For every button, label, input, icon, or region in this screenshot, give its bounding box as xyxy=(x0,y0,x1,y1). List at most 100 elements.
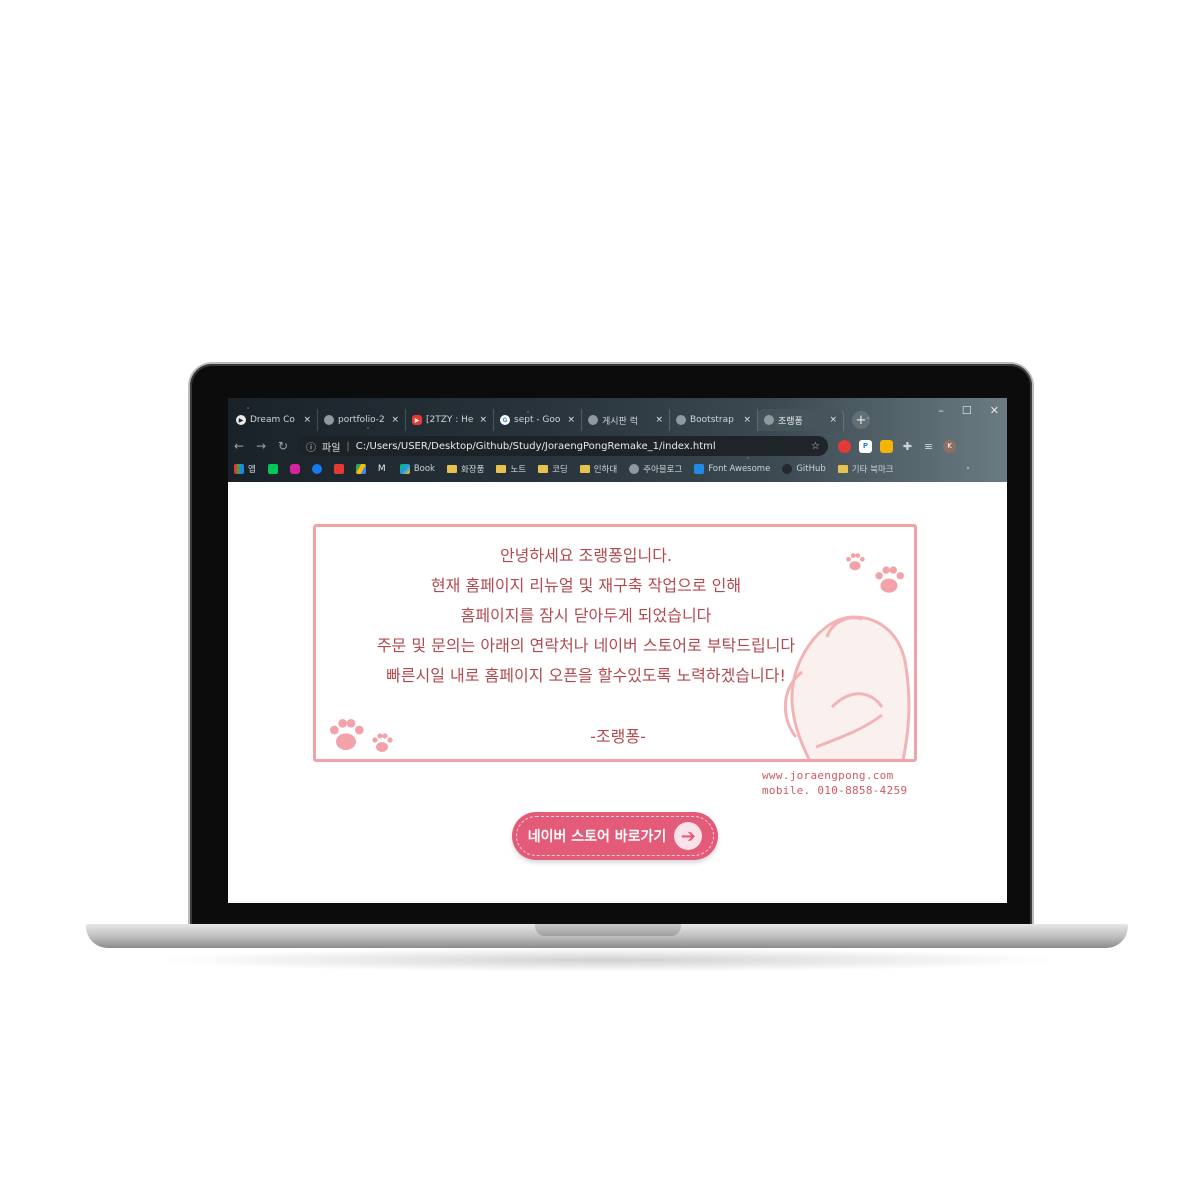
mobile-number: mobile. 010-8858-4259 xyxy=(762,784,908,797)
notice-card: 안녕하세요 조랭퐁입니다. 현재 홈페이지 리뉴얼 및 재구축 작업으로 인해 … xyxy=(313,524,917,762)
browser-toolbar: ← → ↻ ⓘ 파일 | C:/Users/USER/Desktop/Githu… xyxy=(228,434,1007,458)
close-icon[interactable]: × xyxy=(655,415,663,425)
window-controls: – ☐ ✕ xyxy=(938,404,999,417)
tab-title: [2TZY : He xyxy=(426,415,474,425)
bookmark-label: Book xyxy=(413,464,435,474)
menu-list-icon[interactable]: ≡ xyxy=(922,440,935,453)
bookmark-folder-inha[interactable]: 인하대 xyxy=(579,463,618,475)
youtube-icon xyxy=(333,464,344,474)
notice-line-greeting: 안녕하세요 조랭퐁입니다. xyxy=(499,546,673,565)
naver-icon xyxy=(267,464,278,474)
github-icon xyxy=(782,464,793,474)
paw-print-icon xyxy=(846,553,865,571)
url-text[interactable]: C:/Users/USER/Desktop/Github/Study/Jorae… xyxy=(356,441,805,452)
tab-strip: ▶ Dream Co × portfolio-2 × ▶ [2TZY : He … xyxy=(230,408,870,432)
bookmark-label: 인하대 xyxy=(593,465,618,475)
bookmark-folder-cosmetics[interactable]: 화장품 xyxy=(446,463,484,475)
bookmark-label: 주아블로그 xyxy=(643,465,683,475)
browser-chrome: ▶ Dream Co × portfolio-2 × ▶ [2TZY : He … xyxy=(228,398,1007,482)
maximize-button[interactable]: ☐ xyxy=(962,404,972,417)
bookmark-facebook[interactable] xyxy=(311,464,322,474)
bookmark-drive[interactable] xyxy=(355,464,366,474)
bookmark-star-icon[interactable]: ☆ xyxy=(811,441,820,452)
globe-icon xyxy=(676,415,686,425)
website-link[interactable]: www.joraengpong.com xyxy=(762,768,907,783)
forward-button[interactable]: → xyxy=(250,439,272,453)
bookmark-font-awesome[interactable]: Font Awesome xyxy=(694,464,770,474)
close-icon[interactable]: × xyxy=(743,415,751,425)
bookmark-youtube[interactable] xyxy=(333,464,344,474)
paw-print-icon xyxy=(875,566,905,593)
folder-icon xyxy=(837,465,848,473)
divider: | xyxy=(346,440,350,452)
font-awesome-icon xyxy=(694,464,705,474)
bookmark-apps[interactable]: 앱 xyxy=(234,463,256,475)
dog-mascot-illustration xyxy=(783,615,911,759)
bookmark-label: 코딩 xyxy=(552,465,568,475)
bookmark-book[interactable]: Book xyxy=(399,464,435,474)
tab-youtube[interactable]: ▶ [2TZY : He × xyxy=(406,409,494,431)
extension-p-icon[interactable]: P xyxy=(859,439,872,453)
bookmark-label: 기타 북마크 xyxy=(851,465,894,475)
bookmark-label: 노트 xyxy=(510,465,527,475)
instagram-icon xyxy=(289,464,300,474)
globe-icon xyxy=(588,415,598,425)
bookmark-github[interactable]: GitHub xyxy=(782,464,826,474)
bookmark-gmail[interactable]: M xyxy=(378,464,388,474)
bookmark-other[interactable]: 기타 북마크 xyxy=(837,463,894,475)
tab-joraengpong[interactable]: 조랭퐁 × xyxy=(758,409,844,431)
minimize-button[interactable]: – xyxy=(938,404,944,417)
laptop-screen: ▶ Dream Co × portfolio-2 × ▶ [2TZY : He … xyxy=(228,398,1007,903)
bookmark-blog[interactable]: 주아블로그 xyxy=(629,463,682,475)
globe-icon xyxy=(324,415,334,425)
tab-title: 게시판 럭 xyxy=(602,416,638,427)
globe-icon xyxy=(764,415,774,425)
globe-icon xyxy=(629,464,640,474)
info-icon[interactable]: ⓘ xyxy=(306,439,316,454)
bookmark-label: Font Awesome xyxy=(708,464,771,474)
tab-title: 조랭퐁 xyxy=(778,416,803,427)
bookmark-instagram[interactable] xyxy=(289,464,300,474)
contact-info: www.joraengpong.com mobile. 010-8858-425… xyxy=(762,768,907,798)
facebook-icon xyxy=(311,464,322,474)
tab-board[interactable]: 게시판 럭 × xyxy=(582,409,670,431)
tab-bootstrap[interactable]: Bootstrap × xyxy=(670,409,758,431)
paw-print-icon xyxy=(372,733,393,752)
new-tab-button[interactable]: + xyxy=(852,411,870,429)
folder-icon xyxy=(538,465,549,473)
close-window-button[interactable]: ✕ xyxy=(990,404,999,417)
close-icon[interactable]: × xyxy=(303,415,311,425)
tab-title: portfolio-2 xyxy=(338,415,385,425)
tab-title: sept - Goo xyxy=(514,415,561,425)
bookmark-folder-notes[interactable]: 노트 xyxy=(496,463,526,475)
tab-google[interactable]: G sept - Goo × xyxy=(494,409,582,431)
folder-icon xyxy=(496,465,507,473)
address-bar[interactable]: ⓘ 파일 | C:/Users/USER/Desktop/Github/Stud… xyxy=(298,436,828,456)
profile-avatar[interactable]: K xyxy=(943,439,956,453)
naver-store-button[interactable]: 네이버 스토어 바로가기 ➔ xyxy=(512,812,718,860)
tab-portfolio[interactable]: portfolio-2 × xyxy=(318,409,406,431)
close-icon[interactable]: × xyxy=(829,415,837,425)
dream-coding-icon: ▶ xyxy=(236,415,246,425)
close-icon[interactable]: × xyxy=(391,415,399,425)
play-store-icon xyxy=(399,464,410,474)
bookmark-naver[interactable] xyxy=(267,464,278,474)
extension-red-icon[interactable] xyxy=(838,439,851,453)
tab-title: Bootstrap xyxy=(690,415,734,425)
drive-icon xyxy=(355,464,366,474)
naver-store-button-label: 네이버 스토어 바로가기 xyxy=(527,829,667,845)
back-button[interactable]: ← xyxy=(228,439,250,453)
tab-dream-coding[interactable]: ▶ Dream Co × xyxy=(230,409,318,431)
reload-button[interactable]: ↻ xyxy=(272,439,294,453)
tab-title: Dream Co xyxy=(250,415,295,425)
bookmark-folder-coding[interactable]: 코딩 xyxy=(538,463,568,475)
close-icon[interactable]: × xyxy=(567,415,575,425)
puzzle-icon[interactable]: ✚ xyxy=(901,440,914,453)
gmail-icon: M xyxy=(377,464,386,474)
folder-icon xyxy=(446,465,457,473)
paw-print-icon xyxy=(330,719,364,750)
close-icon[interactable]: × xyxy=(479,415,487,425)
extension-color-icon[interactable] xyxy=(880,439,893,453)
bookmarks-bar: 앱 M Book 화장품 노트 코딩 인하대 주아블로그 Font Awesom… xyxy=(234,460,894,478)
bookmark-label: GitHub xyxy=(796,464,826,474)
